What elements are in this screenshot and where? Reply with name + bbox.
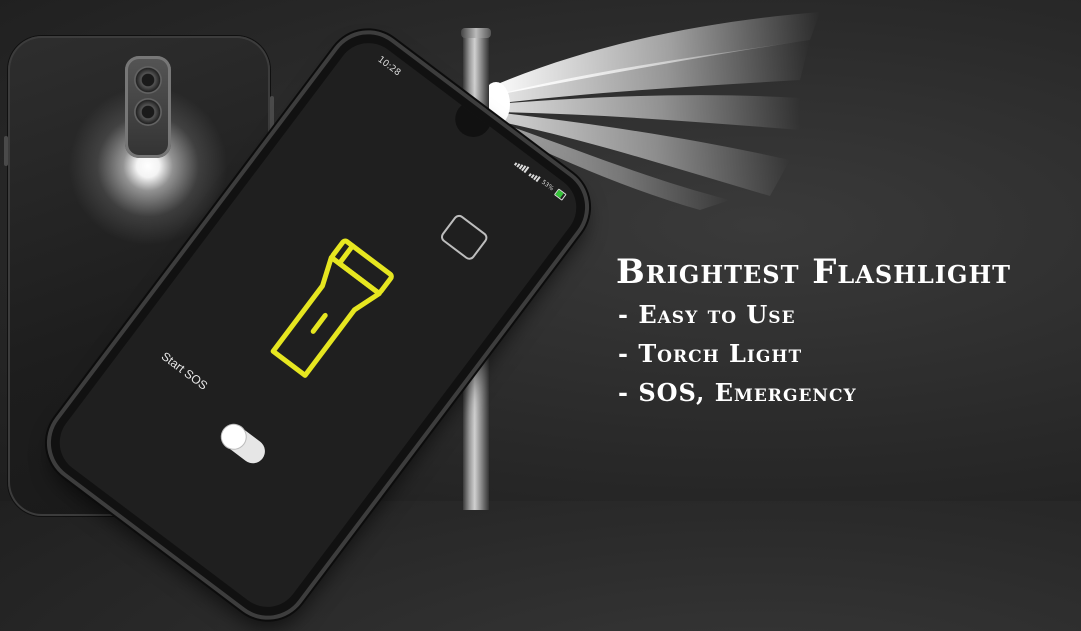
camera-lens-icon bbox=[134, 98, 162, 126]
feature-item: - SOS, Emergency bbox=[618, 378, 857, 407]
promo-banner: 10:28 53% Start SOS Brightest Flashlight… bbox=[0, 0, 1081, 631]
feature-item: - Easy to Use bbox=[618, 300, 796, 329]
signal-icon bbox=[513, 159, 530, 173]
sos-toggle[interactable] bbox=[216, 420, 270, 469]
promo-copy: Brightest Flashlight - Easy to Use - Tor… bbox=[616, 252, 1011, 417]
lamp-pole-cap bbox=[461, 28, 491, 38]
fingerprint-icon bbox=[438, 212, 490, 263]
side-button bbox=[270, 96, 274, 136]
flashlight-icon[interactable] bbox=[227, 209, 429, 413]
sos-label: Start SOS bbox=[158, 349, 211, 393]
sos-toggle-knob[interactable] bbox=[216, 420, 251, 454]
battery-percent: 53% bbox=[540, 178, 555, 193]
battery-icon bbox=[553, 188, 567, 201]
camera-lens-icon bbox=[134, 66, 162, 94]
camera-module bbox=[125, 56, 171, 158]
signal-icon bbox=[528, 170, 541, 182]
headline: Brightest Flashlight bbox=[616, 252, 1012, 292]
status-time: 10:28 bbox=[375, 54, 403, 79]
side-button bbox=[4, 136, 8, 166]
feature-item: - Torch Light bbox=[618, 339, 803, 368]
